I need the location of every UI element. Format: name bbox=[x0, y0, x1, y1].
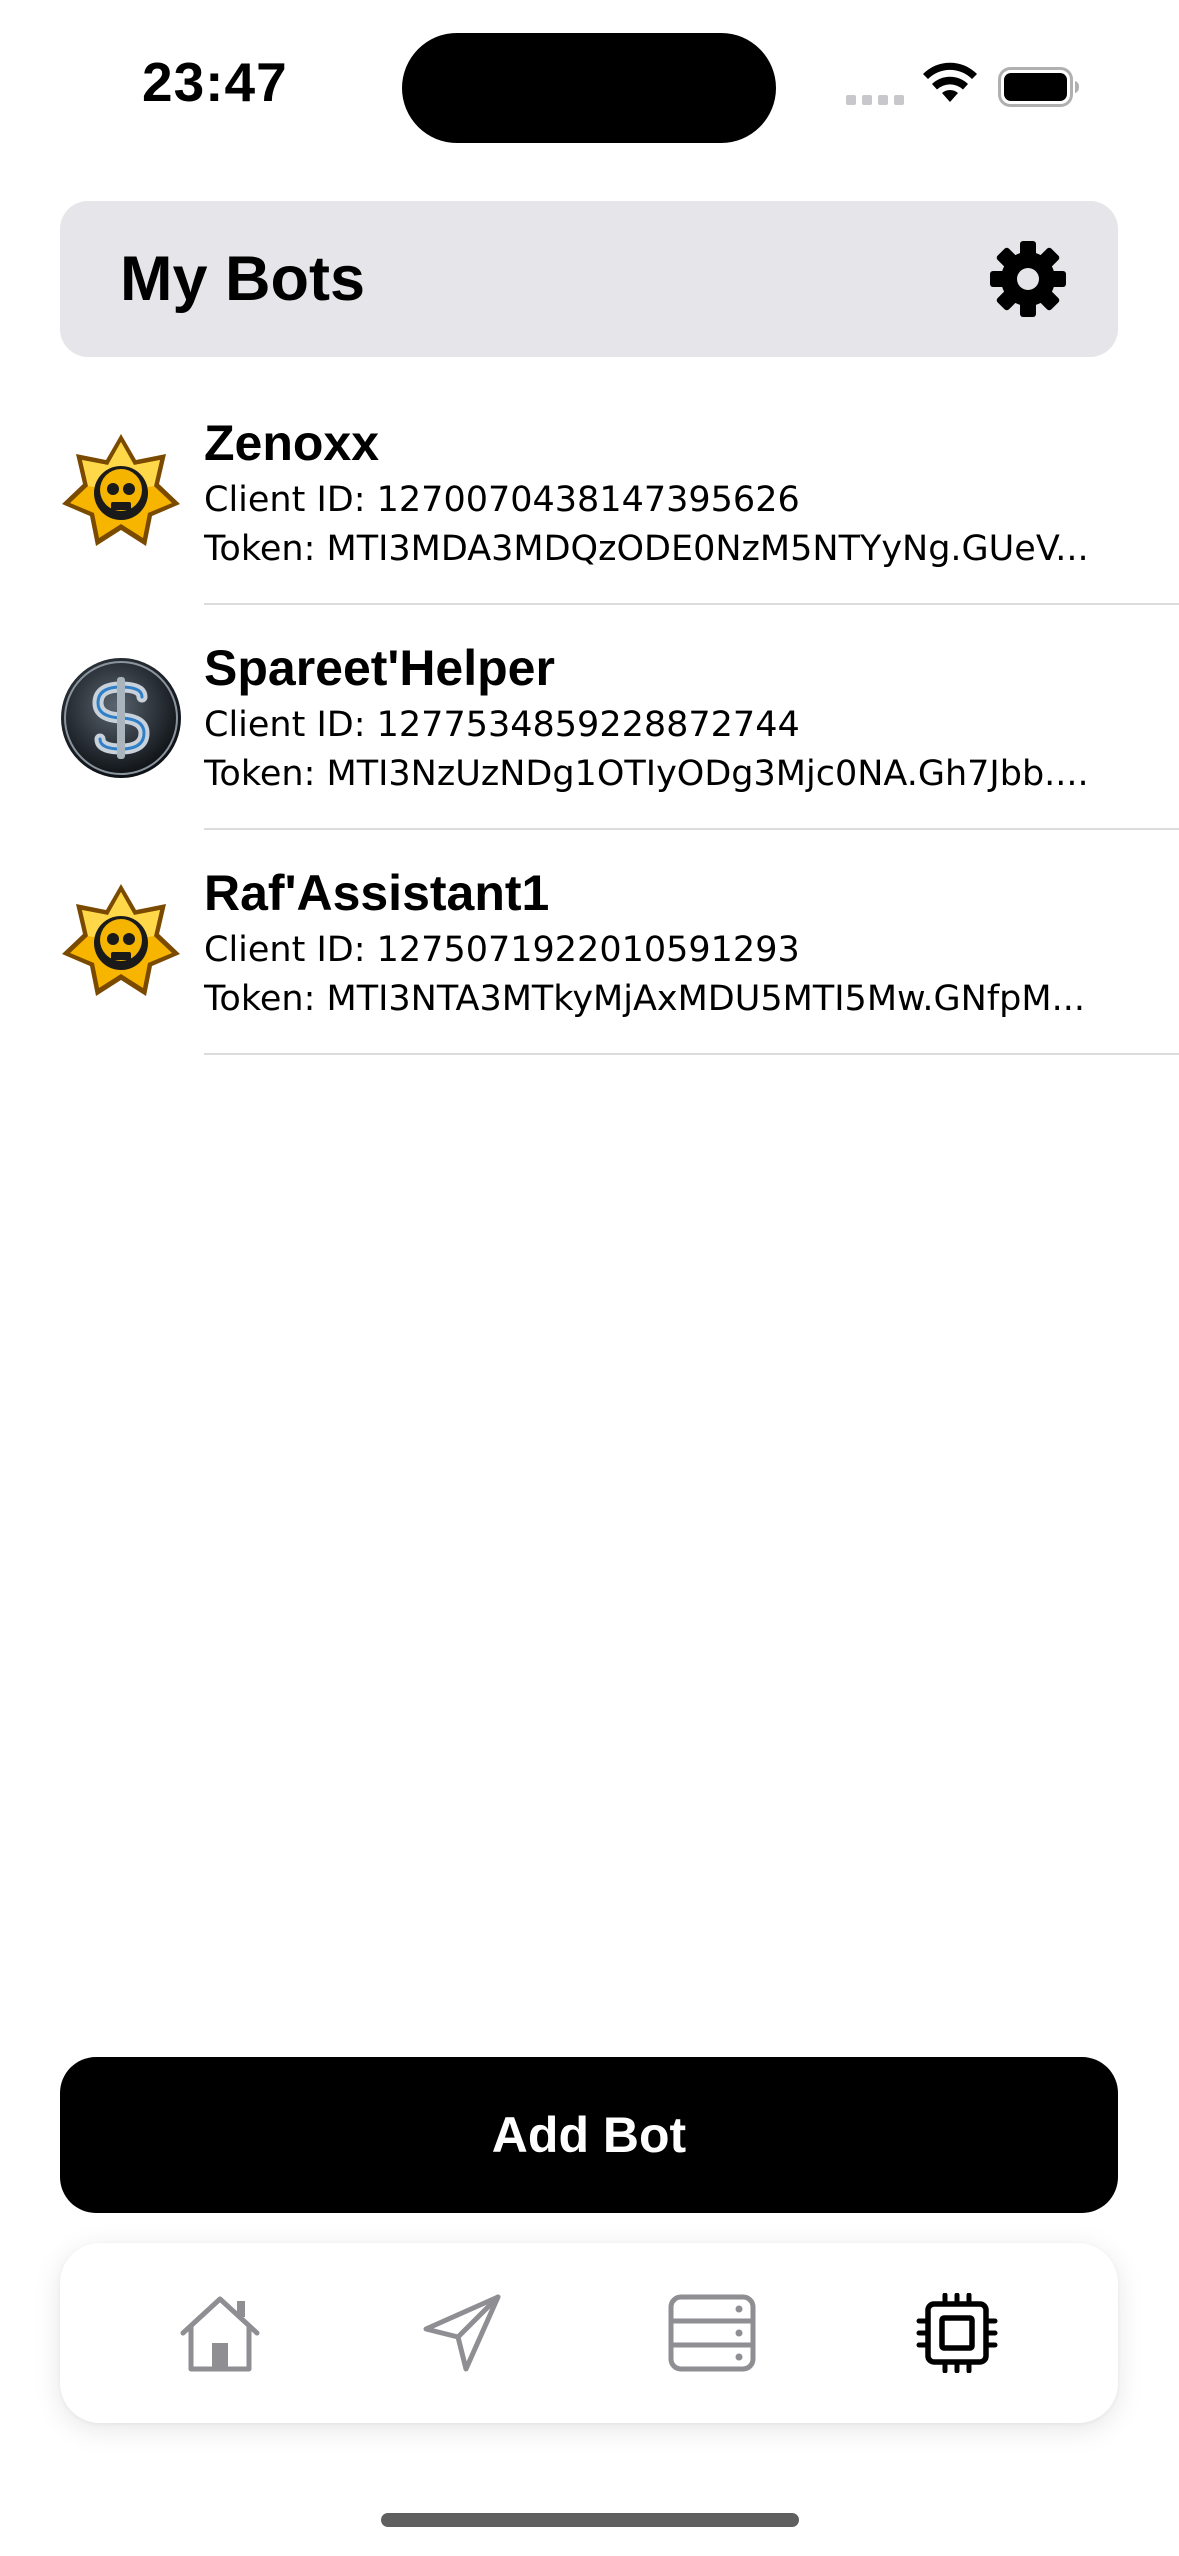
bot-row-spareet-helper[interactable]: Spareet'Helper Client ID: 12775348592288… bbox=[0, 605, 1179, 830]
dynamic-island bbox=[402, 33, 776, 143]
row-divider bbox=[204, 1053, 1179, 1055]
page-title: My Bots bbox=[120, 244, 366, 314]
bot-row-zenoxx[interactable]: Zenoxx Client ID: 1270070438147395626 To… bbox=[0, 380, 1179, 605]
home-icon[interactable] bbox=[175, 2293, 265, 2373]
gear-icon[interactable] bbox=[988, 239, 1068, 319]
status-bar: 23:47 bbox=[0, 0, 1179, 160]
bot-token: Token: MTI3NTA3MTkyMjAxMDU5MTI5Mw.GNfpM.… bbox=[204, 979, 1085, 1019]
cpu-chip-icon[interactable] bbox=[912, 2293, 1002, 2373]
bot-name: Raf'Assistant1 bbox=[204, 865, 550, 921]
cellular-signal-icon bbox=[846, 95, 906, 105]
status-time: 23:47 bbox=[142, 51, 288, 113]
bot-name: Spareet'Helper bbox=[204, 640, 555, 696]
bot-row-raf-assistant1[interactable]: Raf'Assistant1 Client ID: 12750719220105… bbox=[0, 830, 1179, 1055]
add-bot-button[interactable]: Add Bot bbox=[60, 2057, 1118, 2213]
bot-info: Spareet'Helper Client ID: 12775348592288… bbox=[204, 639, 1104, 799]
brawl-star-skull-avatar bbox=[62, 884, 180, 996]
send-icon[interactable] bbox=[420, 2293, 510, 2373]
battery-icon bbox=[998, 67, 1079, 107]
bot-token: Token: MTI3NzUzNDg1OTIyODg3Mjc0NA.Gh7Jbb… bbox=[204, 754, 1089, 794]
brawl-star-skull-avatar bbox=[62, 434, 180, 546]
bot-client-id: Client ID: 1270070438147395626 bbox=[204, 480, 800, 520]
bot-info: Raf'Assistant1 Client ID: 12750719220105… bbox=[204, 864, 1104, 1024]
header-bar: My Bots bbox=[60, 201, 1118, 357]
bot-client-id: Client ID: 1275071922010591293 bbox=[204, 930, 800, 970]
metallic-s-logo-avatar bbox=[61, 658, 181, 778]
tab-bar bbox=[60, 2243, 1118, 2423]
bot-token: Token: MTI3MDA3MDQzODE0NzM5NTYyNg.GUeV..… bbox=[204, 529, 1089, 569]
bot-info: Zenoxx Client ID: 1270070438147395626 To… bbox=[204, 414, 1104, 574]
bot-client-id: Client ID: 1277534859228872744 bbox=[204, 705, 800, 745]
bot-name: Zenoxx bbox=[204, 415, 380, 471]
wifi-icon bbox=[923, 62, 977, 102]
server-icon[interactable] bbox=[667, 2293, 757, 2373]
home-indicator bbox=[381, 2513, 799, 2527]
